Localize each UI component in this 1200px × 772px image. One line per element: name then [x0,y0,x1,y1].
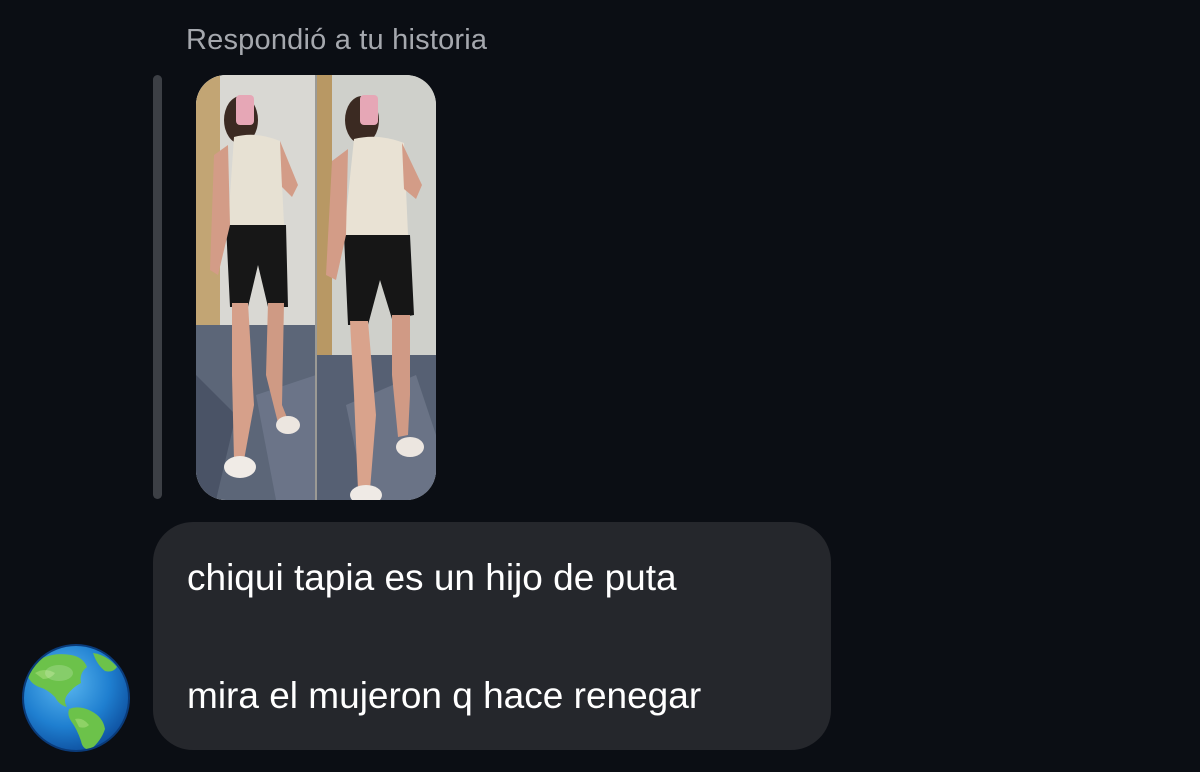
message-text-line: chiqui tapia es un hijo de puta [187,557,677,598]
reply-indicator-bar [153,75,162,499]
message-text-line: mira el mujeron q hace renegar [187,675,702,716]
sender-avatar[interactable] [21,643,131,753]
message-bubble[interactable]: chiqui tapia es un hijo de puta mira el … [153,522,831,750]
story-preview-thumbnail[interactable] [196,75,436,500]
reply-context-label: Respondió a tu historia [186,24,488,56]
globe-americas-icon [22,644,130,752]
chat-thread: Respondió a tu historia chiqui tapia es … [0,0,1200,772]
story-photo-icon [196,75,436,500]
